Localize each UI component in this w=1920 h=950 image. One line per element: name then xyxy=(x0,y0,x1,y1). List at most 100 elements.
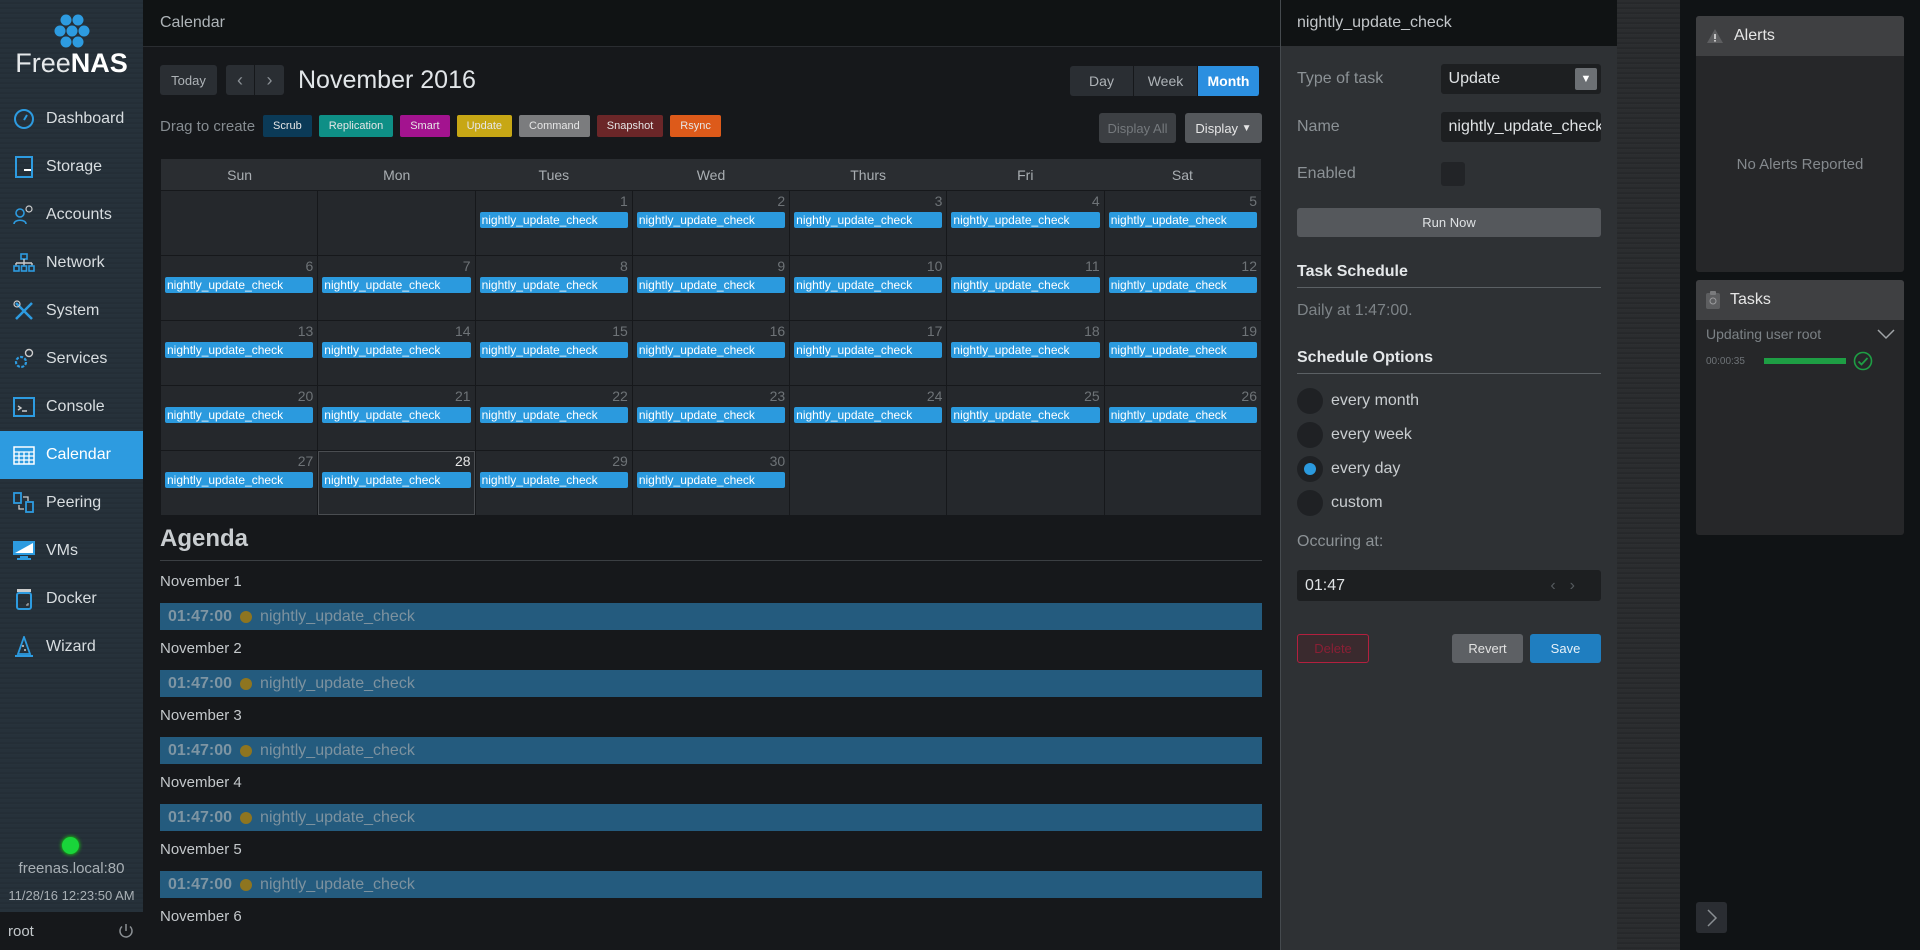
power-icon[interactable] xyxy=(117,922,135,940)
calendar-day-26[interactable]: 26 nightly_update_check xyxy=(1104,386,1261,450)
view-day-button[interactable]: Day xyxy=(1070,66,1134,96)
chevron-down-icon[interactable] xyxy=(1876,328,1896,340)
calendar-event[interactable]: nightly_update_check xyxy=(794,212,943,228)
calendar-day-1[interactable]: 1 nightly_update_check xyxy=(475,191,632,255)
calendar-day-29[interactable]: 29 nightly_update_check xyxy=(475,451,632,515)
sidebar-item-dashboard[interactable]: Dashboard xyxy=(0,95,143,143)
calendar-day-25[interactable]: 25 nightly_update_check xyxy=(947,386,1104,450)
sidebar-item-storage[interactable]: Storage xyxy=(0,143,143,191)
calendar-day-24[interactable]: 24 nightly_update_check xyxy=(790,386,947,450)
view-month-button[interactable]: Month xyxy=(1198,66,1260,96)
calendar-event[interactable]: nightly_update_check xyxy=(165,342,314,358)
chip-scrub[interactable]: Scrub xyxy=(263,115,312,137)
agenda-event[interactable]: 01:47:00 nightly_update_check xyxy=(160,670,1262,697)
sidebar-item-services[interactable]: Services xyxy=(0,335,143,383)
run-now-button[interactable]: Run Now xyxy=(1297,208,1601,237)
enabled-checkbox[interactable] xyxy=(1441,162,1465,186)
calendar-event[interactable]: nightly_update_check xyxy=(322,277,471,293)
schedule-option-every-month[interactable]: every month xyxy=(1297,388,1419,414)
sidebar-item-console[interactable]: Console xyxy=(0,383,143,431)
calendar-event[interactable]: nightly_update_check xyxy=(1108,407,1257,423)
chevron-left-icon[interactable]: ‹ xyxy=(1550,577,1569,594)
calendar-day-10[interactable]: 10 nightly_update_check xyxy=(790,256,947,320)
radio-button[interactable] xyxy=(1297,422,1323,448)
calendar-cell-empty[interactable] xyxy=(947,451,1104,515)
calendar-day-23[interactable]: 23 nightly_update_check xyxy=(632,386,790,450)
calendar-cell-empty[interactable] xyxy=(1104,451,1261,515)
today-button[interactable]: Today xyxy=(160,65,217,95)
prev-month-button[interactable]: ‹ xyxy=(226,65,255,95)
calendar-day-6[interactable]: 6 nightly_update_check xyxy=(161,256,318,320)
calendar-event[interactable]: nightly_update_check xyxy=(1108,342,1257,358)
agenda-event[interactable]: 01:47:00 nightly_update_check xyxy=(160,603,1262,630)
calendar-event[interactable]: nightly_update_check xyxy=(322,472,471,488)
calendar-event[interactable]: nightly_update_check xyxy=(794,342,943,358)
calendar-cell-empty[interactable] xyxy=(790,451,947,515)
chip-smart[interactable]: Smart xyxy=(400,115,450,137)
display-all-button[interactable]: Display All xyxy=(1099,113,1176,143)
calendar-event[interactable]: nightly_update_check xyxy=(165,277,314,293)
schedule-option-every-day[interactable]: every day xyxy=(1297,456,1400,482)
chip-rsync[interactable]: Rsync xyxy=(670,115,721,137)
view-week-button[interactable]: Week xyxy=(1134,66,1198,96)
chevron-right-icon[interactable]: › xyxy=(1570,577,1589,594)
sidebar-item-docker[interactable]: Docker xyxy=(0,575,143,623)
calendar-event[interactable]: nightly_update_check xyxy=(636,472,786,488)
calendar-event[interactable]: nightly_update_check xyxy=(794,407,943,423)
calendar-day-12[interactable]: 12 nightly_update_check xyxy=(1104,256,1261,320)
calendar-day-7[interactable]: 7 nightly_update_check xyxy=(318,256,475,320)
sidebar-item-peering[interactable]: Peering xyxy=(0,479,143,527)
calendar-event[interactable]: nightly_update_check xyxy=(322,342,471,358)
calendar-event[interactable]: nightly_update_check xyxy=(951,342,1100,358)
sidebar-item-network[interactable]: Network xyxy=(0,239,143,287)
calendar-day-4[interactable]: 4 nightly_update_check xyxy=(947,191,1104,255)
calendar-day-8[interactable]: 8 nightly_update_check xyxy=(475,256,632,320)
freenas-logo[interactable]: FreeNAS xyxy=(0,14,143,79)
calendar-event[interactable]: nightly_update_check xyxy=(322,407,471,423)
calendar-event[interactable]: nightly_update_check xyxy=(479,277,628,293)
sidebar-item-wizard[interactable]: Wizard xyxy=(0,623,143,671)
chip-update[interactable]: Update xyxy=(456,115,513,137)
sidebar-item-system[interactable]: System xyxy=(0,287,143,335)
next-month-button[interactable]: › xyxy=(255,65,284,95)
calendar-event[interactable]: nightly_update_check xyxy=(479,342,628,358)
calendar-day-21[interactable]: 21 nightly_update_check xyxy=(318,386,475,450)
calendar-event[interactable]: nightly_update_check xyxy=(636,407,786,423)
sidebar-item-accounts[interactable]: Accounts xyxy=(0,191,143,239)
sidebar-item-vms[interactable]: VMs xyxy=(0,527,143,575)
time-input[interactable]: 01:47 ‹› xyxy=(1297,570,1601,601)
calendar-day-30[interactable]: 30 nightly_update_check xyxy=(632,451,790,515)
type-of-task-select[interactable]: Update ▼ xyxy=(1440,64,1601,94)
chip-replication[interactable]: Replication xyxy=(318,115,394,137)
calendar-event[interactable]: nightly_update_check xyxy=(479,472,628,488)
calendar-day-22[interactable]: 22 nightly_update_check xyxy=(475,386,632,450)
schedule-option-custom[interactable]: custom xyxy=(1297,490,1383,516)
calendar-event[interactable]: nightly_update_check xyxy=(479,212,628,228)
calendar-event[interactable]: nightly_update_check xyxy=(794,277,943,293)
calendar-event[interactable]: nightly_update_check xyxy=(636,277,786,293)
calendar-event[interactable]: nightly_update_check xyxy=(165,472,314,488)
calendar-cell-empty[interactable] xyxy=(161,191,318,255)
calendar-day-14[interactable]: 14 nightly_update_check xyxy=(318,321,475,385)
calendar-cell-empty[interactable] xyxy=(318,191,475,255)
calendar-event[interactable]: nightly_update_check xyxy=(951,277,1100,293)
calendar-event[interactable]: nightly_update_check xyxy=(951,212,1100,228)
display-dropdown[interactable]: Display ▼ xyxy=(1185,113,1262,143)
radio-button[interactable] xyxy=(1297,456,1323,482)
chip-command[interactable]: Command xyxy=(519,115,590,137)
calendar-event[interactable]: nightly_update_check xyxy=(951,407,1100,423)
calendar-day-3[interactable]: 3 nightly_update_check xyxy=(790,191,947,255)
radio-button[interactable] xyxy=(1297,388,1323,414)
schedule-option-every-week[interactable]: every week xyxy=(1297,422,1412,448)
agenda-event[interactable]: 01:47:00 nightly_update_check xyxy=(160,737,1262,764)
name-input[interactable]: nightly_update_check xyxy=(1440,112,1601,142)
radio-button[interactable] xyxy=(1297,490,1323,516)
sidebar-item-calendar[interactable]: Calendar xyxy=(0,431,143,479)
calendar-event[interactable]: nightly_update_check xyxy=(636,212,786,228)
save-button[interactable]: Save xyxy=(1530,634,1601,663)
calendar-day-15[interactable]: 15 nightly_update_check xyxy=(475,321,632,385)
calendar-day-27[interactable]: 27 nightly_update_check xyxy=(161,451,318,515)
calendar-event[interactable]: nightly_update_check xyxy=(165,407,314,423)
calendar-day-2[interactable]: 2 nightly_update_check xyxy=(632,191,790,255)
expand-drawer-button[interactable] xyxy=(1696,902,1727,933)
